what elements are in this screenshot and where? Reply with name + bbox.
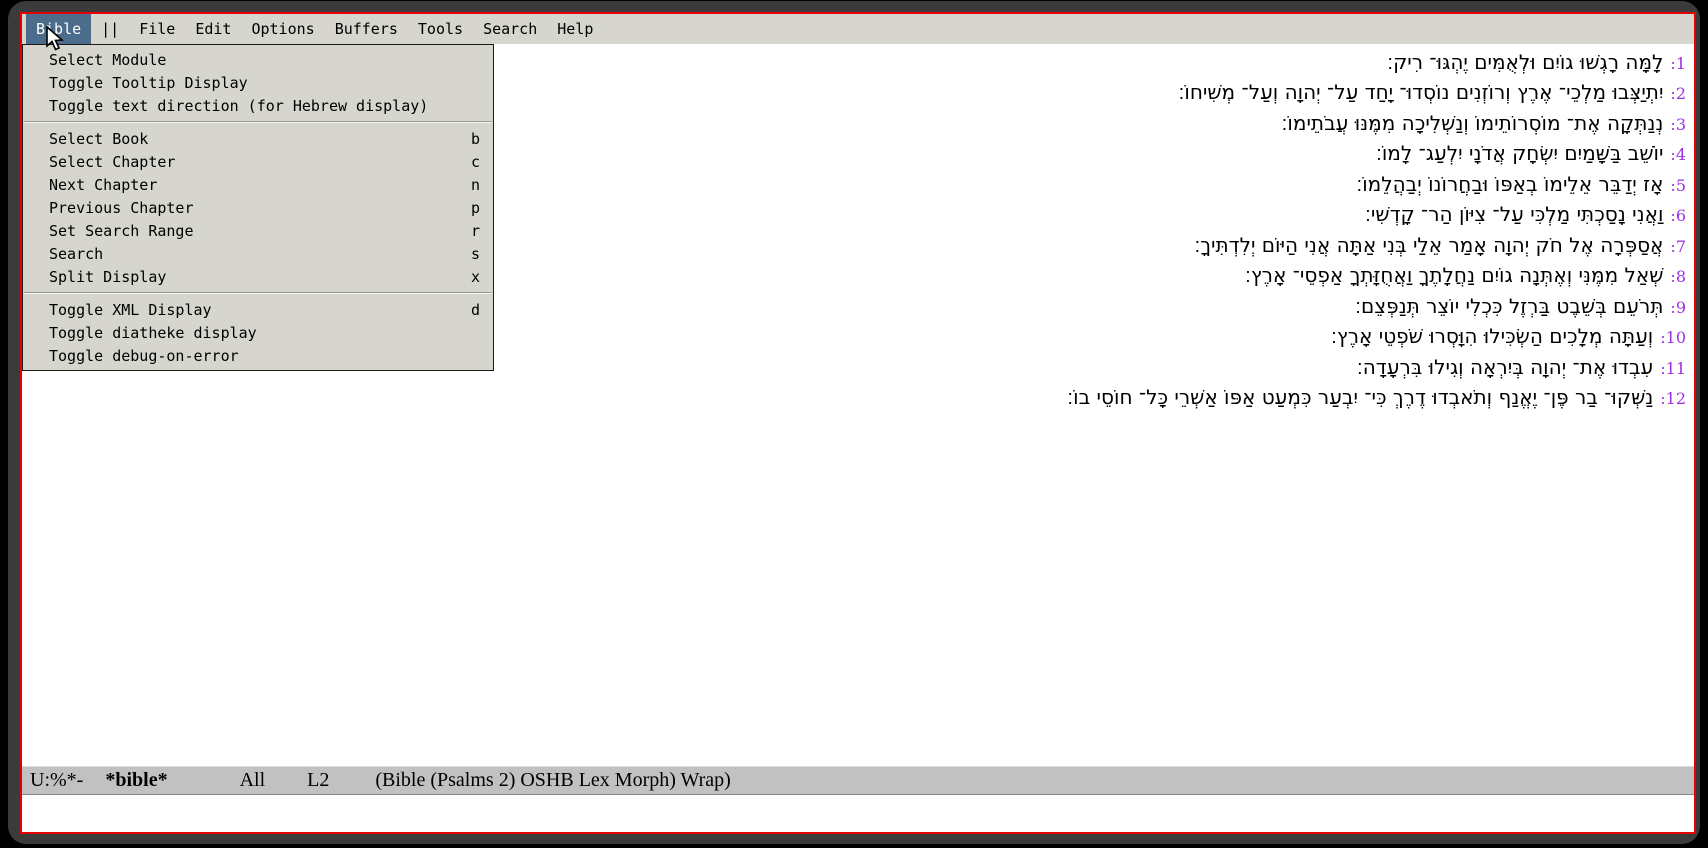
- menu-item-toggle-debug-on-error[interactable]: Toggle debug-on-error: [23, 344, 493, 367]
- shortcut-key: b: [471, 130, 480, 148]
- menu-tools[interactable]: Tools: [408, 14, 473, 44]
- menu-help[interactable]: Help: [547, 14, 603, 44]
- verse-number: 2:: [1670, 84, 1686, 103]
- verse-line-12: 12: נַשְּׁקוּ־ בַר פֶּן־ יֶאֱנַף וְתֹאבְד…: [22, 383, 1686, 413]
- modeline-line-number: L2: [307, 769, 329, 792]
- verse-number: 11:: [1660, 359, 1686, 378]
- verse-number: 7:: [1670, 237, 1686, 256]
- verse-text: נַשְּׁקוּ־ בַר פֶּן־ יֶאֱנַף וְתֹאבְדוּ …: [1067, 385, 1653, 409]
- menu-item-search[interactable]: Search s: [23, 242, 493, 265]
- menu-item-select-chapter[interactable]: Select Chapter c: [23, 150, 493, 173]
- menu-item-toggle-xml-display[interactable]: Toggle XML Display d: [23, 298, 493, 321]
- verse-text: יִתְיַצְּבוּ מַלְכֵי־ אֶרֶץ וְרוֹזְנִים …: [1178, 80, 1663, 104]
- bible-dropdown-menu: Select Module Toggle Tooltip Display Tog…: [22, 44, 494, 371]
- menu-item-split-display[interactable]: Split Display x: [23, 265, 493, 288]
- shortcut-key: p: [471, 199, 480, 217]
- modeline-flags: U:%*-: [30, 769, 83, 792]
- verse-number: 1:: [1670, 54, 1686, 73]
- verse-text: עִבְדוּ אֶת־ יְהוָה בְּיִרְאָה וְגִילוּ …: [1357, 355, 1653, 379]
- menu-file[interactable]: File: [129, 14, 185, 44]
- menu-search[interactable]: Search: [473, 14, 547, 44]
- verse-text: יוֹשֵׁב בַּשָּׁמַיִם יִשְׂחָק אֲדֹנָי יִ…: [1376, 141, 1663, 165]
- verse-text: נְנַתְּקָה אֶת־ מוֹסְרוֹתֵימוֹ וְנַשְׁלִ…: [1282, 111, 1664, 135]
- shortcut-key: r: [471, 222, 480, 240]
- desktop: { "colors": { "frame_border": "#e60000",…: [0, 0, 1708, 848]
- menu-separator-item[interactable]: ||: [91, 14, 129, 44]
- echo-area: [22, 795, 1694, 832]
- emacs-frame: Bible || File Edit Options Buffers Tools…: [20, 12, 1696, 834]
- menu-item-select-module[interactable]: Select Module: [23, 48, 493, 71]
- verse-text: תְּרֹעֵם בְּשֵׁבֶט בַּרְזֶל כִּכְלִי יוֹ…: [1355, 294, 1663, 318]
- menu-item-toggle-tooltip-display[interactable]: Toggle Tooltip Display: [23, 71, 493, 94]
- shortcut-key: c: [471, 153, 480, 171]
- verse-text: שְׁאַל מִמֶּנִּי וְאֶתְּנָה גוֹיִם נַחֲל…: [1245, 263, 1663, 287]
- menu-item-previous-chapter[interactable]: Previous Chapter p: [23, 196, 493, 219]
- shortcut-key: x: [471, 268, 480, 286]
- verse-number: 10:: [1660, 328, 1686, 347]
- modeline-major-modes: (Bible (Psalms 2) OSHB Lex Morph) Wrap): [375, 769, 730, 792]
- menu-buffers[interactable]: Buffers: [325, 14, 408, 44]
- verse-number: 3:: [1670, 115, 1686, 134]
- verse-number: 8:: [1670, 267, 1686, 286]
- shortcut-key: s: [471, 245, 480, 263]
- menu-item-toggle-diatheke-display[interactable]: Toggle diatheke display: [23, 321, 493, 344]
- verse-text: וְעַתָּה מְלָכִים הַשְׂכִּילוּ הִוָּסְרו…: [1331, 324, 1653, 348]
- verse-text: אֲסַפְּרָה אֶל חֹק יְהוָה אָמַר אֵלַי בְ…: [1194, 233, 1663, 257]
- menu-item-set-search-range[interactable]: Set Search Range r: [23, 219, 493, 242]
- shortcut-key: d: [471, 301, 480, 319]
- verse-number: 5:: [1670, 176, 1686, 195]
- menu-item-next-chapter[interactable]: Next Chapter n: [23, 173, 493, 196]
- menu-edit[interactable]: Edit: [185, 14, 241, 44]
- menu-item-select-book[interactable]: Select Book b: [23, 127, 493, 150]
- menu-item-toggle-text-direction[interactable]: Toggle text direction (for Hebrew displa…: [23, 94, 493, 117]
- verse-number: 6:: [1670, 206, 1686, 225]
- menu-options[interactable]: Options: [241, 14, 324, 44]
- menu-bar: Bible || File Edit Options Buffers Tools…: [22, 14, 1694, 44]
- verse-text: וַאֲנִי נָסַכְתִּי מַלְכִּי עַל־ צִיּוֹן…: [1365, 202, 1663, 226]
- modeline-buffer-name[interactable]: *bible*: [105, 769, 167, 792]
- menu-divider: [24, 292, 492, 294]
- mouse-cursor-icon: [46, 26, 68, 56]
- shortcut-key: n: [471, 176, 480, 194]
- verse-text: אָז יְדַבֵּר אֵלֵימוֹ בְאַפּוֹ וּבַחֲרוֹ…: [1356, 172, 1663, 196]
- modeline-position: All: [240, 769, 266, 792]
- mode-line: U:%*- *bible* All L2 (Bible (Psalms 2) O…: [22, 766, 1694, 795]
- verse-text: לָמָּה רָגְשׁוּ גוֹיִם וּלְאֻמִּים יֶהְג…: [1387, 50, 1663, 74]
- verse-number: 9:: [1670, 298, 1686, 317]
- verse-number: 4:: [1670, 145, 1686, 164]
- verse-number: 12:: [1660, 389, 1686, 408]
- menu-divider: [24, 121, 492, 123]
